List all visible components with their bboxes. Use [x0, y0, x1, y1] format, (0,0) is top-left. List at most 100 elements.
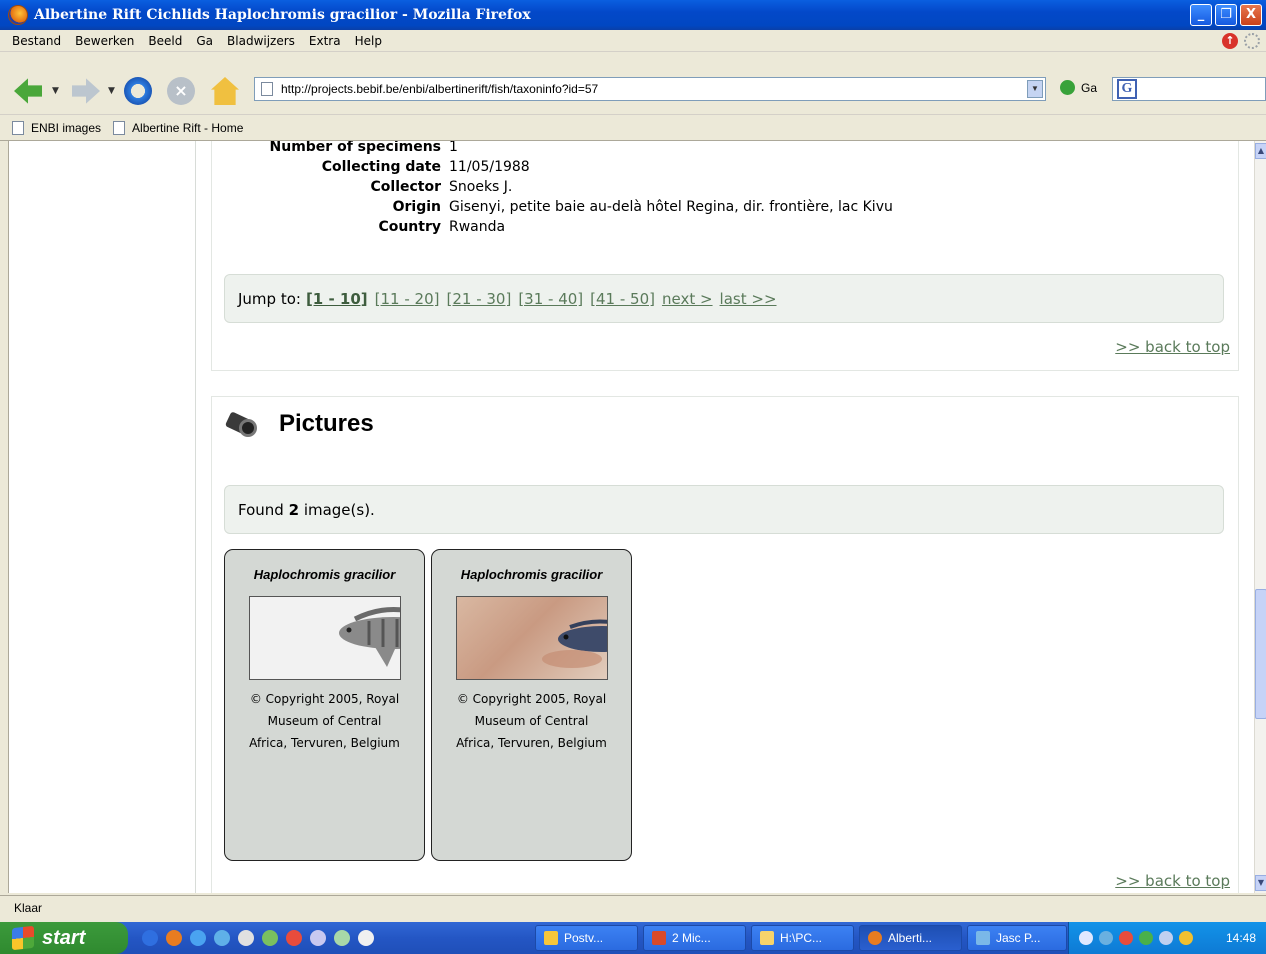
bookmark-albertine-rift-home[interactable]: Albertine Rift - Home: [113, 120, 244, 135]
fish-drawing-image[interactable]: [248, 596, 401, 680]
firefox-quicklaunch-icon[interactable]: [166, 930, 182, 946]
quicklaunch-icon[interactable]: [238, 930, 254, 946]
menu-extra[interactable]: Extra: [309, 34, 341, 48]
url-dropdown-icon[interactable]: ▼: [1027, 80, 1043, 98]
taskbar-button[interactable]: Postv...: [535, 925, 638, 951]
quicklaunch-icon[interactable]: [358, 930, 374, 946]
tray-icon[interactable]: [1099, 931, 1113, 945]
quicklaunch-icon[interactable]: [334, 930, 350, 946]
scroll-down-icon[interactable]: ▼: [1255, 875, 1266, 891]
bookmark-label: Albertine Rift - Home: [132, 120, 244, 135]
scroll-up-icon[interactable]: ▲: [1255, 143, 1266, 159]
tray-icon[interactable]: [1179, 931, 1193, 945]
image-card[interactable]: Haplochromis gracilior © Copyright 2005,…: [431, 549, 632, 861]
page-link-current[interactable]: [1 - 10]: [306, 290, 368, 308]
species-name: Haplochromis gracilior: [460, 567, 603, 582]
menu-bewerken[interactable]: Bewerken: [75, 34, 134, 48]
menu-bar: Bestand Bewerken Beeld Ga Bladwijzers Ex…: [0, 30, 1266, 52]
google-icon[interactable]: G: [1117, 79, 1137, 99]
menu-help[interactable]: Help: [355, 34, 382, 48]
scroll-thumb[interactable]: [1255, 589, 1266, 719]
windows-flag-icon: [12, 925, 34, 951]
pagination-label: Jump to:: [238, 289, 301, 308]
taskbar-button[interactable]: 2 Mic...: [643, 925, 746, 951]
next-link[interactable]: next >: [662, 290, 713, 308]
left-column: [9, 141, 196, 893]
forward-dropdown-icon[interactable]: ▼: [108, 86, 115, 96]
quicklaunch-icon[interactable]: [286, 930, 302, 946]
status-bar: Klaar: [0, 895, 1266, 919]
back-to-top-link[interactable]: >> back to top: [1115, 872, 1230, 890]
throbber-icon: [1244, 33, 1260, 49]
found-count: 2: [288, 500, 300, 519]
close-button[interactable]: X: [1240, 4, 1262, 26]
found-images-box: Found 2 image(s).: [224, 485, 1224, 534]
tray-icon[interactable]: [1079, 931, 1093, 945]
back-to-top-link[interactable]: >> back to top: [1115, 338, 1230, 356]
last-link[interactable]: last >>: [720, 290, 777, 308]
ie-quicklaunch-icon[interactable]: [190, 930, 206, 946]
image-copyright: © Copyright 2005, Royal Museum of Centra…: [249, 692, 400, 750]
window-title: Albertine Rift Cichlids Haplochromis gra…: [34, 7, 531, 23]
species-name: Haplochromis gracilior: [253, 567, 396, 582]
bookmark-enbi-images[interactable]: ENBI images: [12, 120, 102, 135]
bookmark-label: ENBI images: [31, 120, 102, 135]
taskbar-button[interactable]: Jasc P...: [967, 925, 1067, 951]
image-copyright: © Copyright 2005, Royal Museum of Centra…: [456, 692, 607, 750]
app-icon: [652, 931, 666, 945]
pictures-heading: Pictures: [279, 410, 374, 437]
search-box[interactable]: G: [1112, 77, 1266, 101]
minimize-button[interactable]: _: [1190, 4, 1212, 26]
go-button[interactable]: Ga: [1060, 80, 1097, 95]
page-link[interactable]: [11 - 20]: [375, 290, 440, 308]
go-icon: [1060, 80, 1075, 95]
window-titlebar: Albertine Rift Cichlids Haplochromis gra…: [0, 0, 1266, 30]
page-link[interactable]: [41 - 50]: [590, 290, 655, 308]
quicklaunch-icon[interactable]: [310, 930, 326, 946]
firefox-icon: [8, 5, 28, 25]
tray-icon[interactable]: [1139, 931, 1153, 945]
page-link[interactable]: [31 - 40]: [518, 290, 583, 308]
taskbar: start Postv... 2 Mic... H:\PC... Alberti…: [0, 922, 1266, 954]
specimen-panel: [211, 141, 1239, 371]
maximize-button[interactable]: ❐: [1215, 4, 1237, 26]
pagination-box: Jump to: [1 - 10] [11 - 20] [21 - 30] [3…: [224, 274, 1224, 323]
quicklaunch-icon[interactable]: [262, 930, 278, 946]
fish-photo-image[interactable]: [455, 596, 608, 680]
reload-icon[interactable]: [124, 77, 152, 105]
firefox-icon: [868, 931, 882, 945]
page-icon: [113, 120, 126, 135]
pictures-header: Pictures: [223, 409, 374, 439]
go-label: Ga: [1081, 80, 1098, 95]
taskbar-button-active[interactable]: Alberti...: [859, 925, 962, 951]
tray-icon[interactable]: [1119, 931, 1133, 945]
folder-icon: [760, 931, 774, 945]
menu-bestand[interactable]: Bestand: [12, 34, 61, 48]
quicklaunch-icon[interactable]: [214, 930, 230, 946]
menu-beeld[interactable]: Beeld: [148, 34, 182, 48]
forward-icon[interactable]: [72, 78, 100, 104]
page-icon: [12, 120, 24, 135]
home-icon[interactable]: [211, 77, 239, 105]
tray-icon[interactable]: [1159, 931, 1173, 945]
camera-icon: [223, 409, 261, 439]
stop-icon[interactable]: ×: [167, 77, 195, 105]
navigation-toolbar: ▼ ▼ × http://projects.bebif.be/enbi/albe…: [0, 53, 1266, 115]
menu-ga[interactable]: Ga: [196, 34, 213, 48]
system-tray: 14:48: [1068, 922, 1266, 954]
page-link[interactable]: [21 - 30]: [446, 290, 511, 308]
taskbar-button[interactable]: H:\PC...: [751, 925, 854, 951]
bookmarks-toolbar: ENBI images Albertine Rift - Home: [0, 115, 1266, 141]
url-text[interactable]: http://projects.bebif.be/enbi/albertiner…: [281, 82, 598, 96]
start-button[interactable]: start: [0, 922, 128, 954]
back-icon[interactable]: [14, 78, 42, 104]
quicklaunch-icon[interactable]: [142, 930, 158, 946]
clock: 14:48: [1225, 931, 1256, 945]
url-bar[interactable]: http://projects.bebif.be/enbi/albertiner…: [254, 77, 1046, 101]
back-dropdown-icon[interactable]: ▼: [52, 86, 59, 96]
vertical-scrollbar[interactable]: ▲ ▼: [1254, 141, 1266, 893]
menu-bladwijzers[interactable]: Bladwijzers: [227, 34, 295, 48]
page-icon: [261, 82, 273, 96]
update-icon[interactable]: ↑: [1222, 33, 1238, 49]
image-card[interactable]: Haplochromis gracilior © Copyright 2005,…: [224, 549, 425, 861]
